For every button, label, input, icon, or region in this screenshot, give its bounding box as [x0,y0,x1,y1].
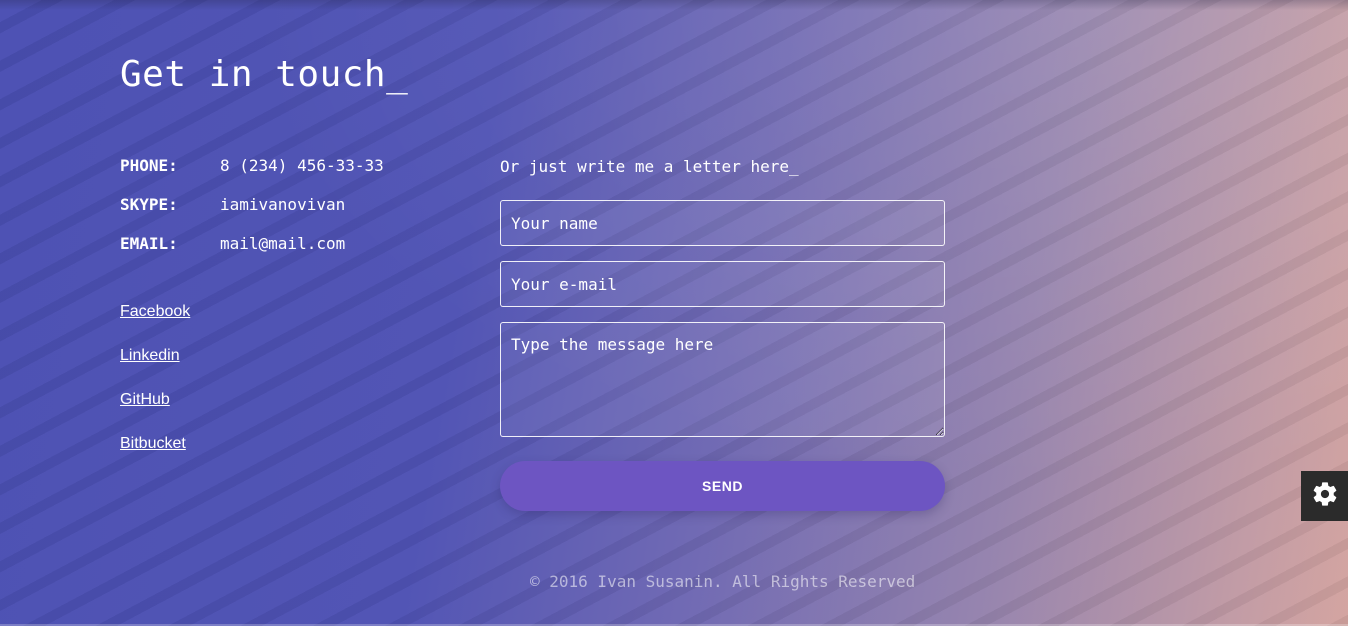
contact-row-email: EMAIL: mail@mail.com [120,234,384,273]
linkedin-link[interactable]: Linkedin [120,347,190,391]
gear-icon [1311,480,1339,512]
contact-details: PHONE: 8 (234) 456-33-33 SKYPE: iamivano… [120,156,384,273]
skype-value: iamivanovivan [220,195,346,214]
name-input[interactable] [500,200,945,246]
social-links: Facebook Linkedin GitHub Bitbucket [120,303,190,479]
contact-row-phone: PHONE: 8 (234) 456-33-33 [120,156,384,195]
phone-label: PHONE: [120,156,178,175]
github-link[interactable]: GitHub [120,391,190,435]
message-textarea[interactable] [500,322,945,437]
bitbucket-link[interactable]: Bitbucket [120,435,190,479]
email-input[interactable] [500,261,945,307]
settings-button[interactable] [1301,471,1348,521]
page-title: Get in touch_ [120,54,409,95]
top-shadow [0,0,1348,10]
email-value: mail@mail.com [220,234,346,253]
facebook-link[interactable]: Facebook [120,303,190,347]
skype-label: SKYPE: [120,195,178,214]
send-button[interactable]: SEND [500,461,945,511]
email-label: EMAIL: [120,234,178,253]
contact-row-skype: SKYPE: iamivanovivan [120,195,384,234]
form-intro: Or just write me a letter here_ [500,157,799,176]
contact-form: Or just write me a letter here_ SEND [500,156,945,511]
phone-value: 8 (234) 456-33-33 [220,156,384,175]
copyright-text: © 2016 Ivan Susanin. All Rights Reserved [530,572,916,591]
